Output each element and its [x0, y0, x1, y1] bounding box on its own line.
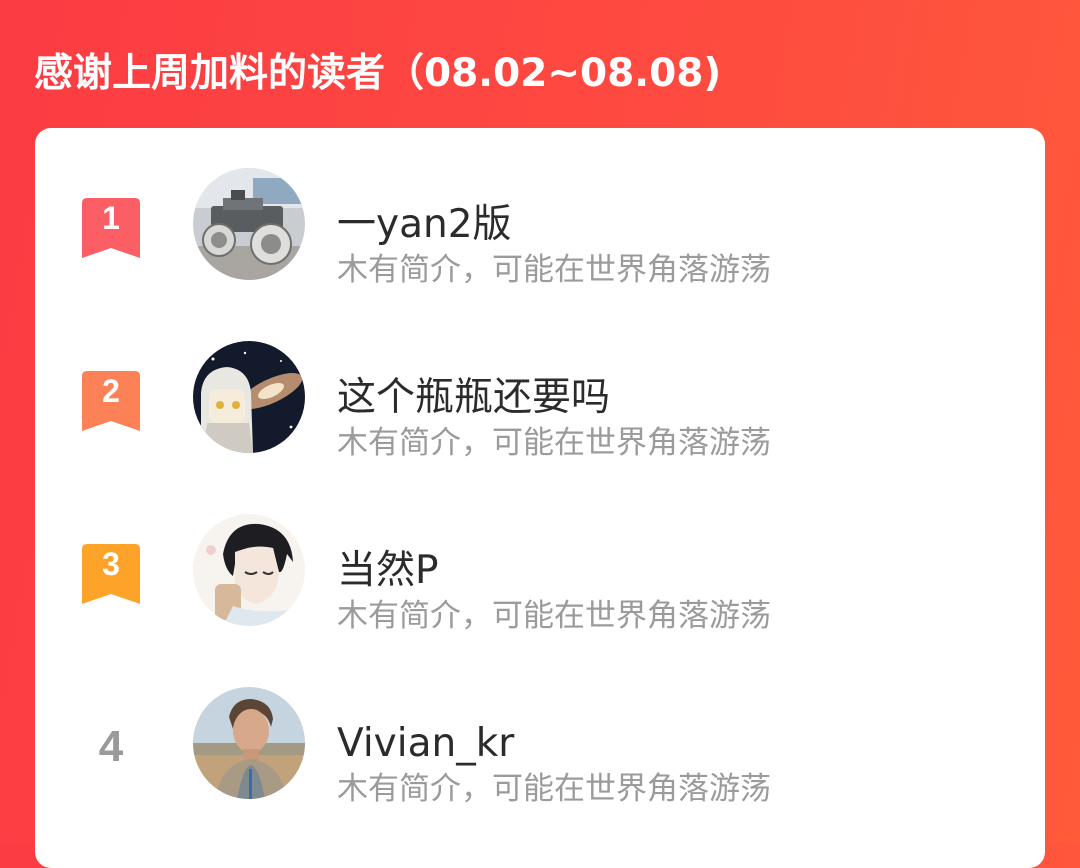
avatar[interactable] — [193, 514, 305, 626]
list-item[interactable]: 4 Vivian_kr 木有简介，可能在世界角落游荡 — [35, 681, 1045, 811]
reader-name[interactable]: 当然P — [337, 546, 439, 596]
reader-list-card: 1 一yan2版 木有简介，可能在世界角落游荡 2 这个瓶瓶还要吗 木有简介，可… — [35, 128, 1045, 868]
reader-bio: 木有简介，可能在世界角落游荡 — [337, 598, 771, 634]
page-title: 感谢上周加料的读者（08.02~08.08) — [34, 51, 722, 96]
rank-badge: 3 — [82, 544, 140, 604]
man-portrait-avatar — [193, 687, 305, 799]
rank-number: 3 — [102, 546, 120, 582]
manga-boy-avatar — [193, 514, 305, 626]
list-item[interactable]: 3 当然P 木有简介，可能在世界角落游荡 — [35, 508, 1045, 638]
list-item[interactable]: 2 这个瓶瓶还要吗 木有简介，可能在世界角落游荡 — [35, 335, 1045, 465]
rank-badge: 2 — [82, 371, 140, 431]
rank-badge: 1 — [82, 198, 140, 258]
rank-number: 2 — [102, 373, 120, 409]
reader-name[interactable]: 这个瓶瓶还要吗 — [337, 373, 610, 423]
reader-name[interactable]: 一yan2版 — [337, 200, 512, 250]
avatar[interactable] — [193, 687, 305, 799]
reader-bio: 木有简介，可能在世界角落游荡 — [337, 252, 771, 288]
reader-name[interactable]: Vivian_kr — [337, 719, 514, 769]
reader-bio: 木有简介，可能在世界角落游荡 — [337, 425, 771, 461]
reader-bio: 木有简介，可能在世界角落游荡 — [337, 771, 771, 807]
rank-number: 4 — [98, 722, 124, 771]
avatar[interactable] — [193, 168, 305, 280]
anime-galaxy-avatar — [193, 341, 305, 453]
robot-car-avatar — [193, 168, 305, 280]
rank-number: 1 — [102, 200, 120, 236]
avatar[interactable] — [193, 341, 305, 453]
list-item[interactable]: 1 一yan2版 木有简介，可能在世界角落游荡 — [35, 162, 1045, 292]
